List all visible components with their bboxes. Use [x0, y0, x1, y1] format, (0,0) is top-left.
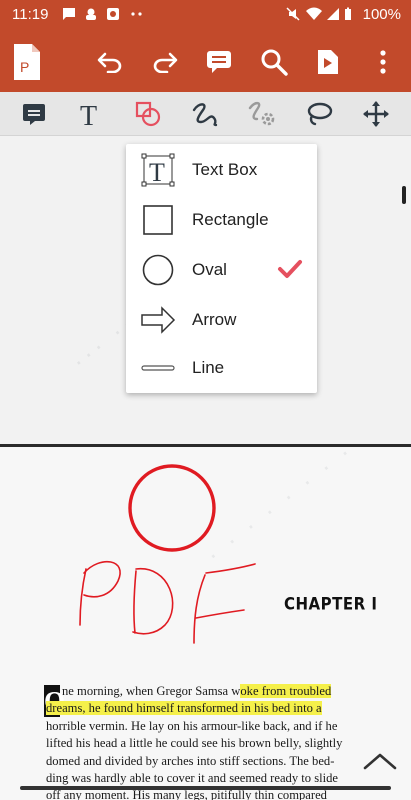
note-tool[interactable] — [14, 96, 54, 132]
mute-icon — [286, 7, 300, 21]
app-icon — [107, 8, 119, 20]
freehand-stroke[interactable] — [133, 570, 137, 634]
battery-icon — [345, 7, 351, 20]
rectangle-icon — [143, 205, 173, 235]
more-options-button[interactable] — [363, 42, 403, 82]
move-tool[interactable] — [356, 96, 396, 132]
svg-text:T: T — [80, 101, 97, 127]
freehand-stroke[interactable] — [195, 609, 245, 619]
battery-percent: 100% — [362, 6, 401, 23]
slideshow-icon — [318, 50, 338, 74]
freehand-stroke[interactable] — [205, 563, 256, 574]
annotation-toolbar: T — [0, 92, 411, 136]
document-page[interactable]: · · · · · · · · CHAPTER I O ne morning, … — [0, 447, 411, 800]
menu-item-label: Line — [192, 358, 225, 377]
menu-item-arrow[interactable]: Arrow — [126, 295, 317, 345]
signal-icon — [327, 8, 339, 20]
oval-icon — [142, 254, 174, 286]
freehand-tool[interactable] — [185, 96, 225, 132]
more-vert-icon — [380, 50, 386, 74]
text-tool[interactable]: T — [71, 96, 111, 132]
text-line: dreams, he found himself transformed in … — [46, 700, 356, 717]
status-bar: 11:19 100% — [0, 0, 411, 30]
check-icon — [278, 260, 302, 278]
freehand-icon — [192, 103, 218, 127]
shape-tool[interactable] — [128, 96, 168, 132]
more-dots-icon — [131, 12, 142, 16]
redo-button[interactable] — [145, 42, 185, 82]
menu-item-label: Text Box — [192, 160, 258, 179]
text-line: ding was hardly able to cover it and see… — [46, 771, 339, 786]
oval-annotation[interactable] — [128, 464, 216, 552]
comment-button[interactable] — [199, 42, 239, 82]
menu-item-label: Rectangle — [192, 210, 269, 229]
slideshow-button[interactable] — [308, 42, 348, 82]
freehand-stroke[interactable] — [193, 574, 206, 644]
menu-item-oval[interactable]: Oval — [126, 245, 317, 295]
freehand-stroke[interactable] — [83, 560, 121, 598]
lasso-icon — [307, 102, 333, 126]
redo-icon — [153, 52, 178, 73]
highlight: dreams, he found himself transformed in … — [46, 701, 322, 716]
menu-item-rectangle[interactable]: Rectangle — [126, 195, 317, 245]
wifi-icon — [306, 7, 322, 20]
text-line: ne morning, when Gregor Samsa woke from … — [62, 684, 332, 698]
undo-button[interactable] — [90, 42, 130, 82]
shape-menu: T Text Box Rectangle Oval Arrow Line — [126, 144, 317, 393]
freehand-stroke[interactable] — [132, 568, 174, 635]
text-line: domed and divided by arches into stiff s… — [46, 753, 335, 768]
line-icon — [141, 365, 175, 371]
move-icon — [363, 101, 389, 127]
menu-item-line[interactable]: Line — [126, 343, 317, 393]
navigation-handle[interactable] — [20, 786, 391, 790]
app-logo-icon[interactable]: P — [10, 42, 44, 82]
scroll-thumb[interactable] — [402, 186, 406, 204]
shape-tool-icon — [135, 101, 161, 127]
undo-icon — [97, 52, 122, 73]
chapter-heading: CHAPTER I — [284, 594, 378, 614]
freehand-stroke[interactable] — [79, 568, 87, 626]
text-line: lifted his head a little he could see hi… — [46, 736, 343, 751]
chevron-up-icon[interactable] — [362, 749, 398, 773]
app-bar: P — [0, 30, 411, 92]
menu-item-text-box[interactable]: T Text Box — [126, 145, 317, 195]
svg-text:P: P — [20, 59, 29, 75]
search-icon — [261, 49, 288, 76]
highlight: oke from troubled — [240, 684, 332, 698]
text-tool-icon: T — [80, 101, 97, 127]
body-text: ne morning, when Gregor Samsa woke from … — [46, 683, 356, 800]
comment-icon — [207, 51, 231, 73]
status-time: 11:19 — [12, 6, 49, 23]
search-button[interactable] — [254, 42, 294, 82]
app-screen: 11:19 100% P T ··· T Text Box Rectangle … — [0, 0, 411, 800]
svg-text:T: T — [149, 158, 165, 187]
text-box-icon: T — [141, 153, 175, 187]
note-icon — [23, 104, 45, 125]
menu-item-label: Oval — [192, 260, 227, 279]
eraser-icon — [248, 101, 275, 126]
menu-item-label: Arrow — [192, 310, 237, 329]
eraser-tool[interactable] — [242, 96, 282, 132]
message-icon — [63, 8, 75, 20]
lasso-tool[interactable] — [299, 96, 339, 132]
text-line: horrible vermin. He lay on his armour-li… — [46, 718, 338, 733]
notification-icon — [86, 8, 96, 20]
arrow-icon — [141, 306, 176, 334]
